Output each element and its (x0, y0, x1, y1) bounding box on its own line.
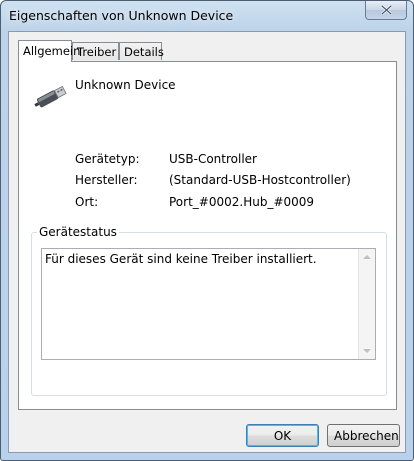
properties-dialog: Eigenschaften von Unknown Device Allgeme… (0, 0, 414, 461)
manufacturer-value: (Standard-USB-Hostcontroller) (169, 173, 351, 187)
device-status-textbox[interactable]: Für dieses Gerät sind keine Treiber inst… (41, 248, 376, 360)
scroll-up-icon[interactable] (363, 255, 371, 259)
tab-allgemein[interactable]: Allgemein (18, 40, 80, 62)
device-status-group: Gerätestatus Für dieses Gerät sind keine… (31, 225, 387, 396)
device-status-legend: Gerätestatus (37, 225, 119, 239)
status-scrollbar[interactable] (358, 249, 375, 359)
close-icon (380, 5, 392, 15)
device-name: Unknown Device (75, 78, 176, 92)
device-type-value: USB-Controller (169, 152, 257, 166)
device-status-text: Für dieses Gerät sind keine Treiber inst… (45, 252, 317, 266)
manufacturer-label: Hersteller: (75, 173, 138, 187)
scroll-down-icon[interactable] (363, 349, 371, 353)
location-label: Ort: (75, 195, 99, 209)
usb-plug-icon (34, 85, 67, 108)
device-type-label: Gerätetyp: (75, 152, 140, 166)
close-button[interactable] (365, 1, 407, 20)
tab-details[interactable]: Details (119, 42, 164, 60)
title-bar[interactable]: Eigenschaften von Unknown Device (1, 1, 413, 29)
dialog-client: Allgemein Treiber Details Unknown Device… (8, 31, 406, 453)
cancel-button[interactable]: Abbrechen (327, 424, 400, 447)
ok-button[interactable]: OK (246, 424, 319, 447)
tab-panel-allgemein: Unknown Device Gerätetyp: USB-Controller… (18, 61, 397, 410)
window-title: Eigenschaften von Unknown Device (9, 8, 234, 23)
location-value: Port_#0002.Hub_#0009 (169, 195, 315, 209)
